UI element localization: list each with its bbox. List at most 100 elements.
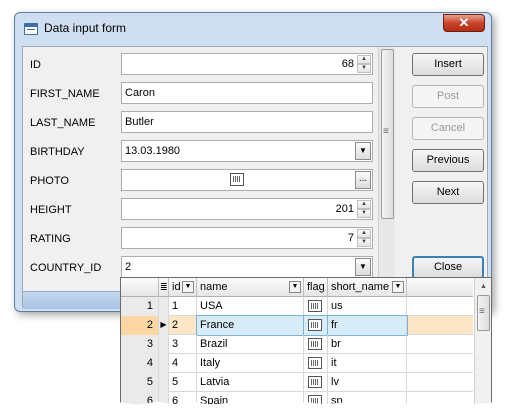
- column-header-short-name[interactable]: short_name ▼: [328, 278, 407, 297]
- flag-image-icon: [308, 319, 322, 331]
- browse-photo-button[interactable]: ...: [355, 171, 371, 189]
- column-chooser-icon[interactable]: ≣: [159, 278, 169, 297]
- id-label: ID: [30, 59, 41, 71]
- last-name-field[interactable]: Butler: [121, 111, 373, 133]
- flag-image-icon: [308, 376, 322, 388]
- cell-short-name[interactable]: lv: [328, 373, 407, 392]
- table-row[interactable]: 4 4 Italy it: [121, 354, 473, 373]
- flag-image-icon: [308, 300, 322, 312]
- row-first-name: FIRST_NAME Caron: [23, 82, 396, 106]
- spin-down-icon[interactable]: ▼: [357, 64, 371, 73]
- row-id: ID 68 ▲ ▼: [23, 53, 396, 77]
- rating-spin-buttons[interactable]: ▲ ▼: [357, 229, 371, 247]
- form-client-area: ID 68 ▲ ▼ FIRST_NAME Caron LAST_NAME But…: [22, 46, 489, 309]
- cell-flag[interactable]: [303, 315, 329, 336]
- cell-name[interactable]: Brazil: [197, 335, 304, 354]
- column-header-flag[interactable]: flag: [304, 278, 328, 297]
- cell-flag[interactable]: [304, 335, 328, 354]
- chevron-down-icon[interactable]: ▼: [355, 142, 371, 160]
- cell-id[interactable]: 2: [169, 316, 197, 335]
- column-header-name[interactable]: name ▼: [197, 278, 304, 297]
- cell-flag[interactable]: [304, 354, 328, 373]
- table-row-selected[interactable]: 2 ▶ 2 France fr: [121, 315, 473, 336]
- lookup-scrollbar[interactable]: ▲: [474, 278, 491, 407]
- flag-image-icon: [308, 357, 322, 369]
- row-photo: PHOTO ...: [23, 169, 396, 193]
- height-field[interactable]: 201 ▲ ▼: [121, 198, 373, 220]
- insert-button[interactable]: Insert: [412, 53, 484, 76]
- height-label: HEIGHT: [30, 204, 72, 216]
- current-row-arrow-icon: ▶: [159, 316, 169, 335]
- column-header-id[interactable]: id ▼: [169, 278, 197, 297]
- chevron-down-icon[interactable]: ▼: [355, 258, 371, 276]
- chevron-down-icon[interactable]: ▼: [289, 281, 301, 293]
- cell-name[interactable]: France: [196, 315, 305, 336]
- row-number: 4: [121, 354, 159, 373]
- birthday-value: 13.03.1980: [125, 145, 181, 157]
- data-input-form-window: Data input form ✕ ID 68 ▲ ▼ FIRST_NAME C…: [14, 12, 492, 312]
- rating-label: RATING: [30, 233, 71, 245]
- cell-name[interactable]: Italy: [197, 354, 304, 373]
- row-indicator: [159, 335, 169, 354]
- cell-flag[interactable]: [304, 297, 328, 316]
- flag-image-icon: [308, 338, 322, 350]
- photo-field[interactable]: ...: [121, 169, 373, 191]
- form-scrollbar[interactable]: [378, 47, 395, 291]
- next-button[interactable]: Next: [412, 181, 484, 204]
- lookup-header: ≣ id ▼ name ▼ flag short_name ▼: [121, 278, 473, 297]
- column-header-short-name-label: short_name: [331, 281, 390, 293]
- image-icon: [230, 173, 244, 186]
- cell-short-name[interactable]: us: [328, 297, 407, 316]
- chevron-down-icon[interactable]: ▼: [392, 281, 404, 293]
- cell-short-name[interactable]: br: [328, 335, 407, 354]
- cancel-button[interactable]: Cancel: [412, 117, 484, 140]
- close-button[interactable]: Close: [412, 256, 484, 279]
- spin-up-icon[interactable]: ▲: [357, 55, 371, 64]
- chevron-down-icon[interactable]: ▼: [182, 281, 194, 293]
- cell-short-name[interactable]: it: [328, 354, 407, 373]
- cell-id[interactable]: 4: [169, 354, 197, 373]
- last-name-value: Butler: [125, 116, 154, 128]
- row-number: 3: [121, 335, 159, 354]
- cell-short-name[interactable]: fr: [327, 315, 408, 336]
- cell-name[interactable]: USA: [197, 297, 304, 316]
- cell-flag[interactable]: [304, 373, 328, 392]
- height-value: 201: [335, 203, 354, 215]
- spin-up-icon[interactable]: ▲: [357, 200, 371, 209]
- row-height: HEIGHT 201 ▲ ▼: [23, 198, 396, 222]
- id-value: 68: [341, 58, 354, 70]
- spin-up-icon[interactable]: ▲: [357, 229, 371, 238]
- table-row[interactable]: 1 1 USA us: [121, 297, 473, 316]
- cell-id[interactable]: 3: [169, 335, 197, 354]
- row-indicator: [159, 373, 169, 392]
- country-id-label: COUNTRY_ID: [30, 262, 102, 274]
- scrollbar-thumb[interactable]: [381, 49, 394, 219]
- spin-down-icon[interactable]: ▼: [357, 238, 371, 247]
- post-button[interactable]: Post: [412, 85, 484, 108]
- country-id-field[interactable]: 2 ▼: [121, 256, 373, 278]
- cell-id[interactable]: 1: [169, 297, 197, 316]
- column-header-flag-label: flag: [307, 281, 325, 293]
- previous-button[interactable]: Previous: [412, 149, 484, 172]
- row-birthday: BIRTHDAY 13.03.1980 ▼: [23, 140, 396, 164]
- id-spin-buttons[interactable]: ▲ ▼: [357, 55, 371, 73]
- country-lookup-dropdown[interactable]: ≣ id ▼ name ▼ flag short_name ▼ 1 1 USA …: [120, 277, 492, 408]
- height-spin-buttons[interactable]: ▲ ▼: [357, 200, 371, 218]
- first-name-value: Caron: [125, 87, 155, 99]
- row-indicator: [159, 297, 169, 316]
- first-name-field[interactable]: Caron: [121, 82, 373, 104]
- table-row[interactable]: 5 5 Latvia lv: [121, 373, 473, 392]
- rating-field[interactable]: 7 ▲ ▼: [121, 227, 373, 249]
- lookup-scrollbar-thumb[interactable]: [477, 295, 490, 331]
- spin-down-icon[interactable]: ▼: [357, 209, 371, 218]
- title-bar[interactable]: Data input form ✕: [15, 13, 491, 43]
- close-window-button[interactable]: ✕: [443, 14, 485, 32]
- rownum-header: [121, 278, 159, 297]
- row-indicator: [159, 354, 169, 373]
- id-field[interactable]: 68 ▲ ▼: [121, 53, 373, 75]
- scroll-up-icon[interactable]: ▲: [476, 279, 491, 294]
- birthday-field[interactable]: 13.03.1980 ▼: [121, 140, 373, 162]
- table-row[interactable]: 3 3 Brazil br: [121, 335, 473, 354]
- cell-name[interactable]: Latvia: [197, 373, 304, 392]
- cell-id[interactable]: 5: [169, 373, 197, 392]
